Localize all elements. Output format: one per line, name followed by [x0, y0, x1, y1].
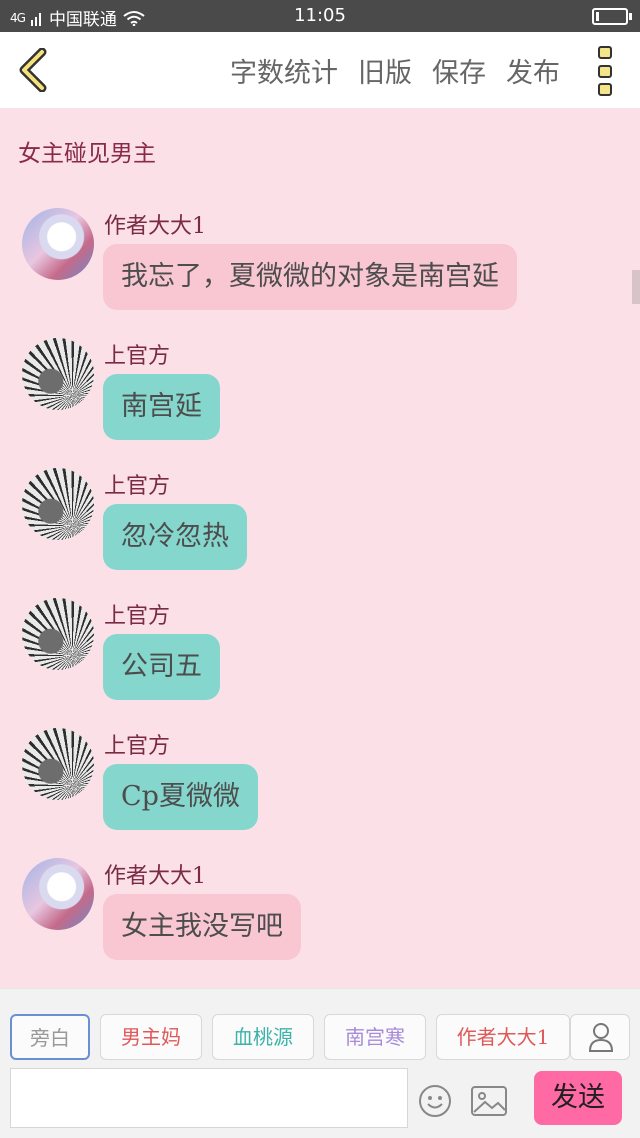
message-bubble[interactable]: 南宫延 [103, 374, 220, 440]
message-bubble[interactable]: 公司五 [103, 634, 220, 700]
role-selector: 旁白 男主妈 血桃源 南宫寒 作者大大1 [10, 1014, 570, 1060]
add-role-button[interactable] [570, 1014, 630, 1060]
sender-name: 作者大大1 [104, 864, 206, 889]
message-bubble[interactable]: 我忘了，夏微微的对象是南宫延 [103, 244, 517, 310]
top-actions: 字数统计 旧版 保存 发布 [230, 51, 560, 90]
role-chip[interactable]: 作者大大1 [436, 1014, 570, 1060]
role-chip[interactable]: 血桃源 [212, 1014, 314, 1060]
top-bar: 字数统计 旧版 保存 发布 [0, 32, 640, 108]
sender-name: 上官方 [104, 474, 171, 499]
publish-button[interactable]: 发布 [506, 51, 560, 90]
save-button[interactable]: 保存 [432, 51, 486, 90]
sender-name: 上官方 [104, 604, 171, 629]
folding-fan-avatar[interactable] [22, 728, 94, 800]
anime-girl-avatar[interactable] [22, 858, 94, 930]
clock: 11:05 [294, 5, 346, 26]
anime-girl-avatar[interactable] [22, 208, 94, 280]
sender-name: 上官方 [104, 734, 171, 759]
folding-fan-avatar[interactable] [22, 468, 94, 540]
message-bubble[interactable]: Cp夏微微 [103, 764, 258, 830]
back-arrow-icon[interactable] [14, 48, 54, 92]
battery-level [596, 12, 599, 21]
chat-area[interactable]: 女主碰见男主 作者大大1 我忘了，夏微微的对象是南宫延 上官方 南宫延 上官方 … [0, 108, 640, 988]
chapter-title: 女主碰见男主 [18, 141, 156, 167]
message-input[interactable] [10, 1068, 408, 1128]
emoji-icon[interactable] [418, 1084, 452, 1118]
message-bubble[interactable]: 忽冷忽热 [103, 504, 247, 570]
message-bubble[interactable]: 女主我没写吧 [103, 894, 301, 960]
user-icon [588, 1023, 614, 1052]
folding-fan-avatar[interactable] [22, 598, 94, 670]
send-button[interactable]: 发送 [534, 1071, 622, 1125]
role-chip-narrator[interactable]: 旁白 [10, 1014, 90, 1060]
status-bar: 4G 中国联通 11:05 [0, 0, 640, 32]
role-chip[interactable]: 男主妈 [100, 1014, 202, 1060]
image-icon[interactable] [470, 1084, 508, 1118]
scrollbar[interactable] [632, 270, 640, 304]
word-count-button[interactable]: 字数统计 [230, 51, 338, 90]
more-menu-icon[interactable] [598, 46, 614, 96]
folding-fan-avatar[interactable] [22, 338, 94, 410]
sender-name: 上官方 [104, 344, 171, 369]
composer-panel: 旁白 男主妈 血桃源 南宫寒 作者大大1 发送 [0, 988, 640, 1138]
sender-name: 作者大大1 [104, 214, 206, 239]
role-chip[interactable]: 南宫寒 [324, 1014, 426, 1060]
battery-icon [592, 8, 632, 25]
old-version-button[interactable]: 旧版 [358, 51, 412, 90]
